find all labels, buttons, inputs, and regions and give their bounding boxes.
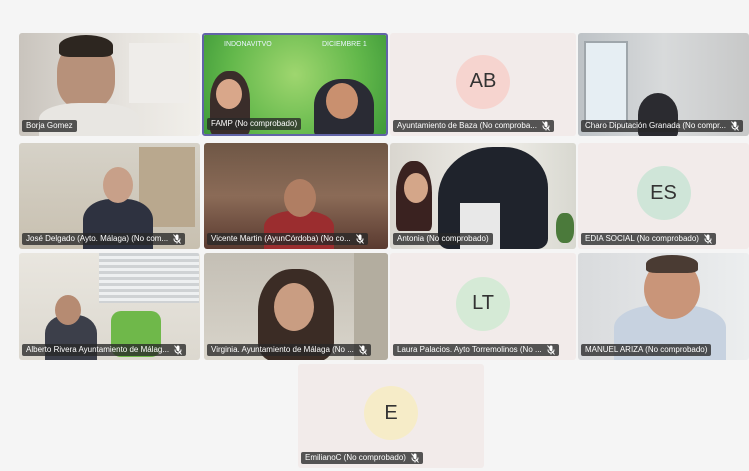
video-tile-laura-palacios[interactable]: LT Laura Palacios. Ayto Torremolinos (No… bbox=[390, 253, 576, 360]
person-face bbox=[55, 295, 81, 325]
participant-nameplate: José Delgado (Ayto. Málaga) (No com... bbox=[22, 233, 186, 245]
person-face bbox=[284, 179, 316, 217]
mic-muted-icon bbox=[731, 121, 739, 131]
mic-muted-icon bbox=[359, 345, 367, 355]
window-frame bbox=[584, 41, 628, 125]
plant bbox=[556, 213, 574, 243]
participant-avatar: ES bbox=[636, 166, 691, 220]
meeting-header-bar bbox=[0, 0, 749, 30]
participant-nameplate: Charo Diputación Granada (No compr... bbox=[581, 120, 743, 132]
person-face bbox=[103, 167, 133, 203]
mic-muted-icon bbox=[411, 453, 419, 463]
video-tile-ayuntamiento-baza[interactable]: AB Ayuntamiento de Baza (No comproba... bbox=[390, 33, 576, 136]
person-left-face bbox=[216, 79, 242, 109]
video-tile-emilianoc[interactable]: E EmilianoC (No comprobado) bbox=[298, 364, 484, 468]
participant-nameplate: Ayuntamiento de Baza (No comproba... bbox=[393, 120, 554, 132]
window-blinds bbox=[99, 253, 199, 303]
video-tile-virginia[interactable]: Virginia. Ayuntamiento de Málaga (No ... bbox=[204, 253, 388, 360]
participant-name: Alberto Rivera Ayuntamiento de Málag... bbox=[26, 345, 170, 354]
participant-avatar: AB bbox=[456, 54, 510, 109]
mic-muted-icon bbox=[174, 345, 182, 355]
participant-name: Borja Gomez bbox=[26, 121, 73, 130]
participant-name: Antonia (No comprobado) bbox=[397, 234, 489, 243]
mic-muted-icon bbox=[546, 345, 555, 355]
person-face bbox=[274, 283, 314, 331]
participant-name: Charo Diputación Granada (No compr... bbox=[585, 121, 726, 130]
mic-muted-icon bbox=[173, 234, 182, 244]
participant-name: EDIA SOCIAL (No comprobado) bbox=[585, 234, 699, 243]
participant-name: Vicente Martin (AyunCórdoba) (No co... bbox=[211, 234, 351, 243]
participant-avatar: E bbox=[364, 386, 418, 440]
avatar-initials: LT bbox=[472, 292, 494, 314]
participant-name: MANUEL ARIZA (No comprobado) bbox=[585, 345, 708, 354]
video-tile-famp[interactable]: INDONAVITVO DICIEMBRE 1 FAMP (No comprob… bbox=[202, 33, 388, 136]
participant-nameplate: EDIA SOCIAL (No comprobado) bbox=[581, 233, 716, 245]
mic-muted-icon bbox=[355, 234, 364, 244]
banner-text-left: INDONAVITVO bbox=[224, 41, 272, 48]
participant-nameplate: Antonia (No comprobado) bbox=[393, 233, 493, 245]
participant-name: Laura Palacios. Ayto Torremolinos (No ..… bbox=[397, 345, 542, 354]
video-tile-alberto-rivera[interactable]: Alberto Rivera Ayuntamiento de Málag... bbox=[19, 253, 200, 360]
participant-name: José Delgado (Ayto. Málaga) (No com... bbox=[26, 234, 169, 243]
avatar-initials: E bbox=[384, 401, 398, 424]
mic-muted-icon bbox=[704, 234, 712, 244]
participant-nameplate: Virginia. Ayuntamiento de Málaga (No ... bbox=[207, 344, 371, 356]
person-hair bbox=[59, 35, 113, 57]
participant-nameplate: Borja Gomez bbox=[22, 120, 77, 132]
participant-name: Ayuntamiento de Baza (No comproba... bbox=[397, 121, 537, 130]
person-left-face bbox=[404, 173, 428, 203]
person-right-face bbox=[326, 83, 358, 119]
video-tile-vicente-martin[interactable]: Vicente Martin (AyunCórdoba) (No co... bbox=[204, 143, 388, 249]
participant-nameplate: MANUEL ARIZA (No comprobado) bbox=[581, 344, 712, 356]
participant-avatar: LT bbox=[456, 276, 510, 331]
participant-name: Virginia. Ayuntamiento de Málaga (No ... bbox=[211, 345, 354, 354]
video-tile-edia-social[interactable]: ES EDIA SOCIAL (No comprobado) bbox=[578, 143, 749, 249]
video-tile-manuel-ariza[interactable]: MANUEL ARIZA (No comprobado) bbox=[578, 253, 749, 360]
person-hair bbox=[646, 255, 698, 273]
avatar-initials: AB bbox=[469, 70, 497, 92]
participant-nameplate: EmilianoC (No comprobado) bbox=[301, 452, 423, 464]
banner-text-right: DICIEMBRE 1 bbox=[322, 41, 367, 48]
video-tile-antonia[interactable]: Antonia (No comprobado) bbox=[390, 143, 576, 249]
participant-name: EmilianoC (No comprobado) bbox=[305, 453, 406, 462]
mic-muted-icon bbox=[542, 121, 550, 131]
participant-nameplate: FAMP (No comprobado) bbox=[207, 118, 302, 130]
video-tile-charo-diputacion[interactable]: Charo Diputación Granada (No compr... bbox=[578, 33, 749, 136]
video-tile-borja-gomez[interactable]: Borja Gomez bbox=[19, 33, 200, 136]
wall-panel bbox=[129, 43, 189, 103]
avatar-initials: ES bbox=[650, 181, 677, 204]
participant-nameplate: Laura Palacios. Ayto Torremolinos (No ..… bbox=[393, 344, 559, 356]
participant-name: FAMP (No comprobado) bbox=[211, 119, 298, 128]
video-tile-jose-delgado[interactable]: José Delgado (Ayto. Málaga) (No com... bbox=[19, 143, 200, 249]
participant-nameplate: Alberto Rivera Ayuntamiento de Málag... bbox=[22, 344, 187, 356]
participant-nameplate: Vicente Martin (AyunCórdoba) (No co... bbox=[207, 233, 368, 245]
